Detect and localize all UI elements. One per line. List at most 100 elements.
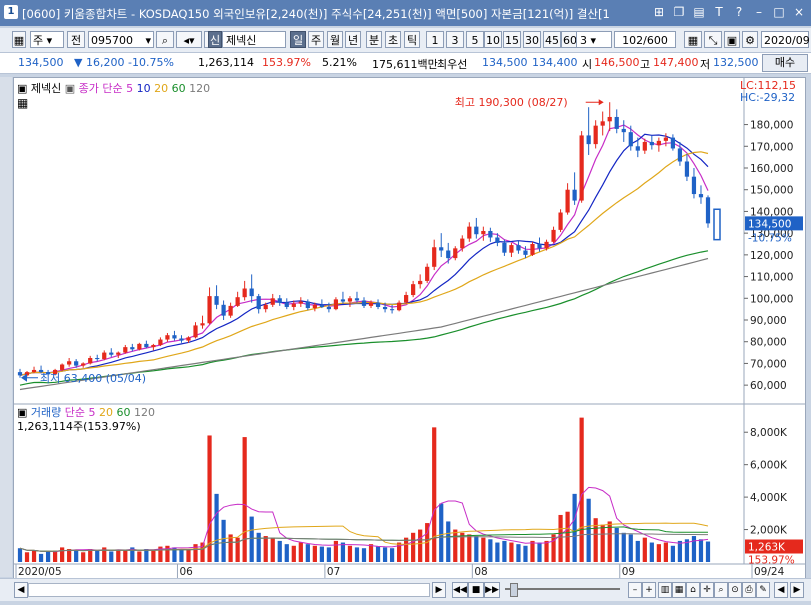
zoom-handle[interactable] [510, 583, 518, 597]
volume-bar [558, 514, 563, 562]
zoom-reset-icon[interactable]: ⊙ [728, 582, 742, 598]
period-tab-5[interactable]: 초 [385, 31, 401, 48]
period-tab-3[interactable]: 년 [345, 31, 361, 48]
pin-icon[interactable]: T [711, 4, 727, 20]
down-arrow-icon: ▼ [74, 56, 83, 69]
candle-body [396, 302, 402, 311]
interval-number-3[interactable]: 3 [446, 31, 464, 48]
maximize-icon[interactable]: □ [771, 4, 787, 20]
chart-svg: 180,000170,000160,000150,000140,000130,0… [14, 78, 805, 578]
volume-bar [277, 540, 282, 562]
scroll-left-icon[interactable]: ◀ [14, 582, 28, 598]
volume-bar [432, 427, 437, 562]
market-select[interactable]: 주 ▾ [30, 31, 64, 48]
volume-bar [698, 539, 704, 562]
volume-bar [530, 540, 535, 562]
minimize-icon[interactable]: – [751, 4, 767, 20]
crosshair-icon[interactable]: ✛ [700, 582, 714, 598]
period-tab-1[interactable]: 주 [308, 31, 324, 48]
candle-body [354, 298, 360, 301]
candle-icon[interactable]: ▦ [672, 582, 686, 598]
interval-number-15[interactable]: 15 [503, 31, 521, 48]
period-tab-2[interactable]: 월 [327, 31, 343, 48]
interval-number-30[interactable]: 30 [523, 31, 541, 48]
volume-bar [516, 544, 521, 562]
home-icon[interactable]: ⌂ [686, 582, 700, 598]
restore-icon[interactable]: ❐ [671, 4, 687, 20]
sound-icon[interactable]: ◂▾ [176, 31, 202, 48]
price-legend: ▣ 제넥신 ▣ 종가 단순 5 10 20 60 120 [17, 80, 210, 96]
help-icon[interactable]: ? [731, 4, 747, 20]
zoom-slider[interactable] [505, 588, 620, 590]
zoom-out-icon[interactable]: – [628, 582, 642, 598]
candle-body [453, 248, 458, 259]
save-icon[interactable]: ▣ [724, 31, 740, 48]
volume-bar [551, 534, 556, 562]
volume-bar [186, 549, 191, 562]
interval-number-10[interactable]: 10 [484, 31, 502, 48]
table-icon[interactable]: ▦ [17, 96, 28, 110]
period-tab-0[interactable]: 일 [290, 31, 306, 48]
bar-chart-icon[interactable]: ▥ [658, 582, 672, 598]
grid-icon[interactable]: ▦ [12, 31, 26, 48]
indicator-icon[interactable]: ▦ [684, 31, 702, 48]
print-icon[interactable]: ⎙ [742, 582, 756, 598]
stop-icon[interactable]: ■ [468, 582, 484, 598]
draw-tool-icon[interactable]: ⤡ [704, 31, 722, 48]
settings-icon[interactable]: ▤ [691, 4, 707, 20]
more-right-icon[interactable]: ▶ [790, 582, 804, 598]
close-icon[interactable]: × [791, 4, 807, 20]
volume-bar [656, 544, 661, 562]
rewind-icon[interactable]: ◀◀ [452, 582, 468, 598]
stock-name-field[interactable]: 제넥신 [222, 31, 286, 48]
candle-body [544, 241, 549, 249]
buy-button[interactable]: 매수 [762, 54, 808, 72]
volume-bar [284, 544, 289, 562]
config-icon[interactable]: ⚙ [742, 31, 758, 48]
forward-icon[interactable]: ▶▶ [484, 582, 500, 598]
last-price-rate: -10.75% [748, 232, 792, 244]
last-volume-value: 1,263K [748, 542, 786, 554]
volume-bar [74, 549, 79, 562]
volume-bar [368, 544, 374, 562]
candle-body [319, 304, 324, 307]
search-icon[interactable]: ⌕ [156, 31, 174, 48]
link-icon[interactable]: ⊞ [651, 4, 667, 20]
period-tab-4[interactable]: 분 [366, 31, 382, 48]
volume-tick-label: 2,000K [750, 525, 788, 537]
scroll-right-icon[interactable]: ▶ [432, 582, 446, 598]
pen-icon[interactable]: ✎ [756, 582, 770, 598]
more-left-icon[interactable]: ◀ [774, 582, 788, 598]
price-tick-label: 70,000 [750, 358, 787, 370]
volume-bar [600, 524, 605, 562]
candle-body [256, 296, 261, 310]
interval-select[interactable]: 3 ▾ [576, 31, 612, 48]
zoom-in-icon[interactable]: + [642, 582, 656, 598]
date-field[interactable]: 2020/09 [761, 31, 810, 48]
volume-bar [95, 550, 100, 562]
interval-number-45[interactable]: 45 [543, 31, 561, 48]
prev-button[interactable]: 전 [67, 31, 85, 48]
candle-body [207, 296, 212, 324]
best-bid-1: 134,500 [482, 56, 528, 69]
volume-bar [509, 542, 514, 562]
chart-area[interactable]: 180,000 170,000 160,000 150,000 140,000 130,0… [13, 77, 806, 579]
code-input[interactable]: 095700 ▾ [88, 31, 154, 48]
data-count-field[interactable]: 102/600 [614, 31, 676, 48]
volume-bar [502, 540, 507, 562]
magnifier-icon[interactable]: ⌕ [714, 582, 728, 598]
change-value: 16,200 [86, 56, 125, 69]
interval-number-1[interactable]: 1 [426, 31, 444, 48]
volume-bar [382, 547, 388, 562]
scrollbar-track[interactable] [28, 583, 430, 597]
candle-body [347, 298, 353, 302]
candle-body [656, 140, 661, 146]
period-tab-6[interactable]: 틱 [404, 31, 420, 48]
candle-body [109, 352, 114, 355]
open-label: 시 [582, 58, 593, 71]
candle-body [572, 189, 577, 201]
legend-ma20: 20 [154, 82, 169, 95]
volume-bar [137, 551, 142, 562]
interval-number-5[interactable]: 5 [466, 31, 484, 48]
volume-bar [411, 532, 416, 562]
